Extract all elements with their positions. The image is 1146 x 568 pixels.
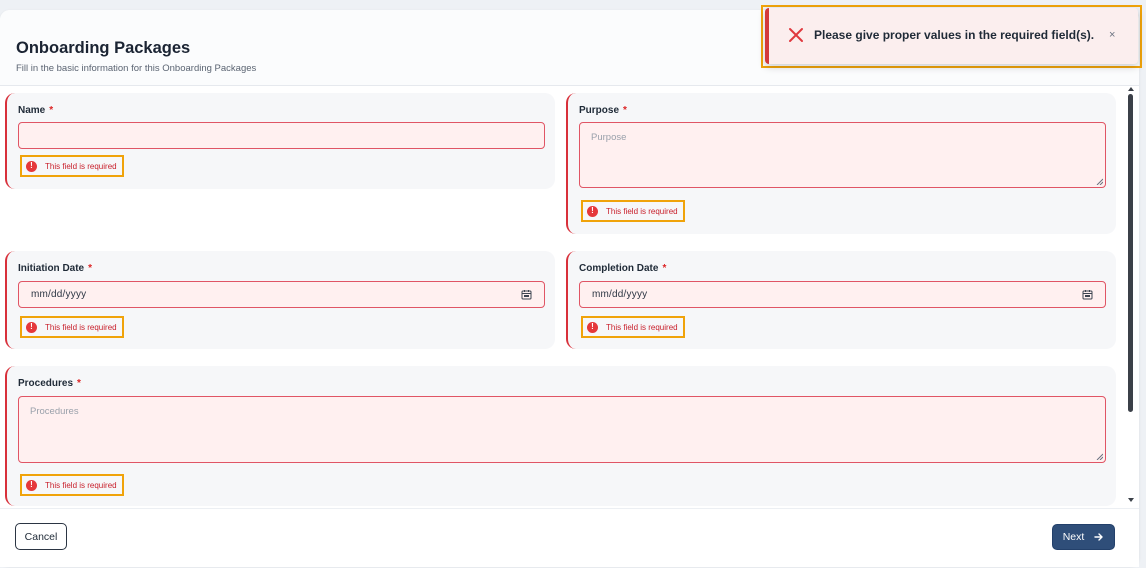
initiation-date-error: ! This field is required <box>20 316 124 338</box>
error-icon: ! <box>587 205 598 217</box>
next-button[interactable]: Next <box>1052 524 1115 550</box>
error-icon: ! <box>26 479 37 491</box>
procedures-textarea[interactable]: Procedures <box>18 396 1106 463</box>
toast-message: Please give proper values in the require… <box>814 28 1095 42</box>
resize-handle-icon[interactable] <box>1096 178 1103 185</box>
name-error-text: This field is required <box>45 161 117 171</box>
name-label: Name * <box>18 105 54 116</box>
purpose-textarea[interactable]: Purpose <box>579 122 1106 188</box>
procedures-error-text: This field is required <box>45 480 117 490</box>
completion-date-input[interactable]: mm/dd/yyyy <box>579 281 1106 308</box>
initiation-date-section: Initiation Date * mm/dd/yyyy ! This field… <box>5 251 555 349</box>
arrow-right-icon <box>1094 533 1103 541</box>
completion-date-label: Completion Date * <box>579 263 667 274</box>
scroll-up-arrow-icon[interactable] <box>1127 86 1135 92</box>
procedures-section: Procedures * Procedures ! This field is r… <box>5 366 1116 506</box>
calendar-icon[interactable] <box>1082 289 1093 300</box>
purpose-placeholder: Purpose <box>591 132 627 143</box>
initiation-date-value: mm/dd/yyyy <box>31 289 87 300</box>
scroll-down-arrow-icon[interactable] <box>1127 497 1135 503</box>
required-asterisk: * <box>49 105 54 116</box>
initiation-date-label: Initiation Date * <box>18 263 93 274</box>
required-asterisk: * <box>662 263 667 274</box>
completion-date-value: mm/dd/yyyy <box>592 289 648 300</box>
initiation-date-input[interactable]: mm/dd/yyyy <box>18 281 545 308</box>
calendar-icon[interactable] <box>521 289 532 300</box>
name-section: Name * ! This field is required <box>5 93 555 189</box>
required-asterisk: * <box>88 263 93 274</box>
error-icon: ! <box>26 321 37 333</box>
purpose-label: Purpose * <box>579 105 627 116</box>
completion-date-error: ! This field is required <box>581 316 685 338</box>
resize-handle-icon[interactable] <box>1096 453 1103 460</box>
form-footer <box>0 508 1139 567</box>
completion-date-error-text: This field is required <box>606 322 678 332</box>
required-asterisk: * <box>623 105 627 116</box>
purpose-section: Purpose * Purpose ! This field is require… <box>566 93 1116 234</box>
purpose-error: ! This field is required <box>581 200 685 222</box>
completion-date-section: Completion Date * mm/dd/yyyy ! This field… <box>566 251 1116 349</box>
toast-close-button[interactable]: × <box>1109 29 1115 41</box>
procedures-placeholder: Procedures <box>30 406 79 417</box>
initiation-date-error-text: This field is required <box>45 322 117 332</box>
procedures-label: Procedures * <box>18 378 81 389</box>
next-button-label: Next <box>1062 531 1085 543</box>
page-subtitle: Fill in the basic information for this O… <box>16 63 257 74</box>
required-asterisk: * <box>77 378 81 389</box>
name-error: ! This field is required <box>20 155 124 177</box>
purpose-error-text: This field is required <box>606 206 678 216</box>
cancel-button[interactable]: Cancel <box>15 523 67 550</box>
name-input[interactable] <box>18 122 545 149</box>
procedures-error: ! This field is required <box>20 474 124 496</box>
error-toast: Please give proper values in the require… <box>765 8 1138 64</box>
page-title: Onboarding Packages <box>16 39 191 57</box>
error-icon: ! <box>587 321 598 333</box>
scrollbar-thumb[interactable] <box>1128 94 1133 412</box>
error-icon: ! <box>26 160 37 172</box>
error-x-icon <box>789 28 803 42</box>
